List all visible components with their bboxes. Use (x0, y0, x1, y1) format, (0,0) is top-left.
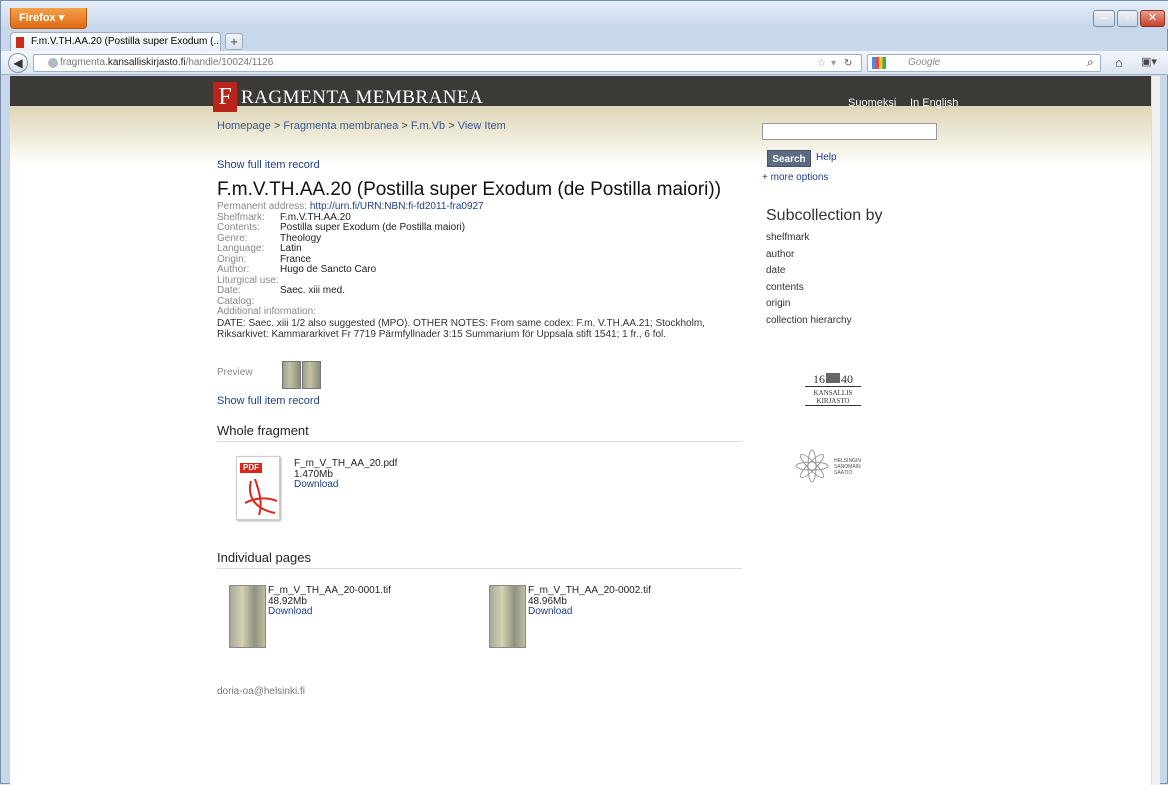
pdf-download-link[interactable]: Download (294, 479, 338, 490)
pdf-filename: F_m_V_TH_AA_20.pdf (294, 458, 398, 469)
contact-email[interactable]: doria-oa@helsinki.fi (217, 686, 305, 697)
page-filename: F_m_V_TH_AA_20-0001.tif (268, 585, 391, 596)
preview-thumbnail[interactable] (302, 361, 321, 389)
subcollection-link[interactable]: contents (766, 280, 852, 297)
browser-window: Firefox ▾ – ▫ ✕ F.m.V.TH.AA.20 (Postilla… (0, 0, 1168, 785)
search-placeholder: Google (908, 57, 941, 68)
maximize-icon: ▫ (1125, 12, 1130, 24)
tab-current[interactable]: F.m.V.TH.AA.20 (Postilla super Exodum (.… (10, 32, 221, 52)
page-thumbnail[interactable] (489, 585, 526, 648)
subcollection-list: shelfmark author date contents origin co… (766, 230, 852, 329)
url-host-main: kansalliskirjasto.fi (107, 57, 186, 68)
title-bar: Firefox ▾ – ▫ ✕ (1, 1, 1168, 29)
url-host-prefix: fragmenta. (60, 57, 108, 68)
bookmark-favicon-icon (16, 37, 24, 48)
metadata-row: Date: Saec. xiii med. (217, 285, 346, 296)
metadata-row: Author: Hugo de Sancto Caro (217, 264, 377, 275)
show-full-record-link[interactable]: Show full item record (217, 159, 320, 171)
page-download-link[interactable]: Download (268, 606, 312, 617)
navigation-bar: ◀ fragmenta.kansalliskirjasto.fi/handle/… (1, 51, 1168, 75)
page-file-info: F_m_V_TH_AA_20-0002.tif 48.96Mb Download (528, 585, 651, 618)
help-link[interactable]: Help (816, 152, 837, 163)
close-window-button[interactable]: ✕ (1140, 10, 1165, 27)
firefox-menu-button[interactable]: Firefox ▾ (10, 8, 87, 29)
breadcrumb-current: View Item (457, 120, 506, 132)
url-bar[interactable]: fragmenta.kansalliskirjasto.fi/handle/10… (33, 54, 862, 72)
subcollection-link[interactable]: date (766, 263, 852, 280)
whole-fragment-heading: Whole fragment (217, 423, 742, 442)
subcollection-link[interactable]: collection hierarchy (766, 313, 852, 330)
search-bar[interactable]: Google ⌕ (867, 54, 1101, 72)
permanent-address: Permanent address: http://urn.fi/URN:NBN… (217, 201, 484, 212)
minimize-icon: – (1100, 12, 1108, 24)
tab-bar: F.m.V.TH.AA.20 (Postilla super Exodum (.… (1, 29, 1168, 52)
tab-title: F.m.V.TH.AA.20 (Postilla super Exodum (.… (31, 36, 221, 47)
more-options-link[interactable]: + more options (762, 172, 828, 183)
page-download-link[interactable]: Download (528, 606, 572, 617)
helsingin-sanomain-saatio-logo[interactable]: HELSINGIN SANOMAIN SÄÄTIÖ (792, 449, 882, 483)
back-button[interactable]: ◀ (8, 53, 28, 73)
search-go-icon[interactable]: ⌕ (1087, 55, 1094, 70)
preview-thumbnail[interactable] (282, 361, 301, 389)
page-content: F RAGMENTA MEMBRANEA Suomeksi In English… (10, 76, 1160, 785)
site-logo-text[interactable]: RAGMENTA MEMBRANEA (241, 87, 483, 109)
maximize-button[interactable]: ▫ (1117, 10, 1138, 27)
show-full-record-link[interactable]: Show full item record (217, 395, 320, 407)
crest-icon (826, 373, 840, 383)
flower-emblem-icon (795, 449, 829, 483)
home-icon[interactable]: ⌂ (1115, 55, 1123, 70)
bookmarks-menu-icon[interactable]: ▣▾ (1141, 55, 1157, 68)
additional-info-text: DATE: Saec. xiii 1/2 also suggested (MPO… (217, 317, 705, 340)
breadcrumb-subcollection[interactable]: F.m.Vb (411, 120, 445, 132)
metadata-row: Contents: Postilla super Exodum (de Posti… (217, 222, 466, 233)
minimize-button[interactable]: – (1093, 10, 1115, 27)
page-thumbnail[interactable] (229, 585, 266, 648)
back-arrow-icon: ◀ (13, 56, 23, 70)
breadcrumb-collection[interactable]: Fragmenta membranea (283, 120, 398, 132)
page-title: F.m.V.TH.AA.20 (Postilla super Exodum (d… (217, 179, 722, 200)
subcollection-link[interactable]: origin (766, 296, 852, 313)
breadcrumb: Homepage > Fragmenta membranea > F.m.Vb … (217, 120, 506, 132)
metadata-row: Language: Latin (217, 243, 302, 254)
breadcrumb-homepage[interactable]: Homepage (217, 120, 271, 132)
page-file-info: F_m_V_TH_AA_20-0001.tif 48.92Mb Download (268, 585, 391, 618)
url-path: /handle/10024/1126 (185, 57, 274, 68)
site-search-input[interactable] (762, 123, 937, 140)
reload-icon[interactable]: ↻ (844, 58, 852, 69)
lang-finnish-link[interactable]: Suomeksi (848, 97, 896, 109)
pdf-swirl-icon (244, 478, 278, 516)
search-engine-icon[interactable] (872, 57, 886, 69)
kansalliskirjasto-logo[interactable]: 16 40 KANSALLIS KIRJASTO (805, 372, 861, 414)
subcollection-link[interactable]: author (766, 247, 852, 264)
item-metadata: Permanent address: http://urn.fi/URN:NBN… (217, 201, 737, 340)
lang-english-link[interactable]: In English (910, 97, 958, 109)
individual-pages-heading: Individual pages (217, 550, 742, 569)
bookmark-star-icon[interactable]: ☆ (817, 58, 826, 69)
logo-letter[interactable]: F (213, 82, 237, 112)
header-background (10, 106, 1151, 166)
history-dropdown-icon[interactable]: ▾ (831, 58, 836, 69)
permanent-address-link[interactable]: http://urn.fi/URN:NBN:fi-fd2011-fra0927 (310, 201, 484, 212)
search-button[interactable]: Search (767, 150, 811, 167)
subcollection-heading: Subcollection by (766, 207, 883, 224)
site-identity-icon[interactable] (48, 58, 58, 68)
page-filename: F_m_V_TH_AA_20-0002.tif (528, 585, 651, 596)
site-header (10, 76, 1151, 106)
preview-label: Preview (217, 367, 253, 378)
subcollection-link[interactable]: shelfmark (766, 230, 852, 247)
pdf-file-icon[interactable]: PDF (236, 456, 280, 520)
close-icon: ✕ (1147, 12, 1158, 24)
additional-info-label: Additional information: (217, 306, 316, 317)
new-tab-button[interactable]: + (225, 33, 243, 50)
pdf-file-info: F_m_V_TH_AA_20.pdf 1.470Mb Download (294, 458, 398, 491)
page-scrollbar[interactable] (1151, 76, 1160, 785)
